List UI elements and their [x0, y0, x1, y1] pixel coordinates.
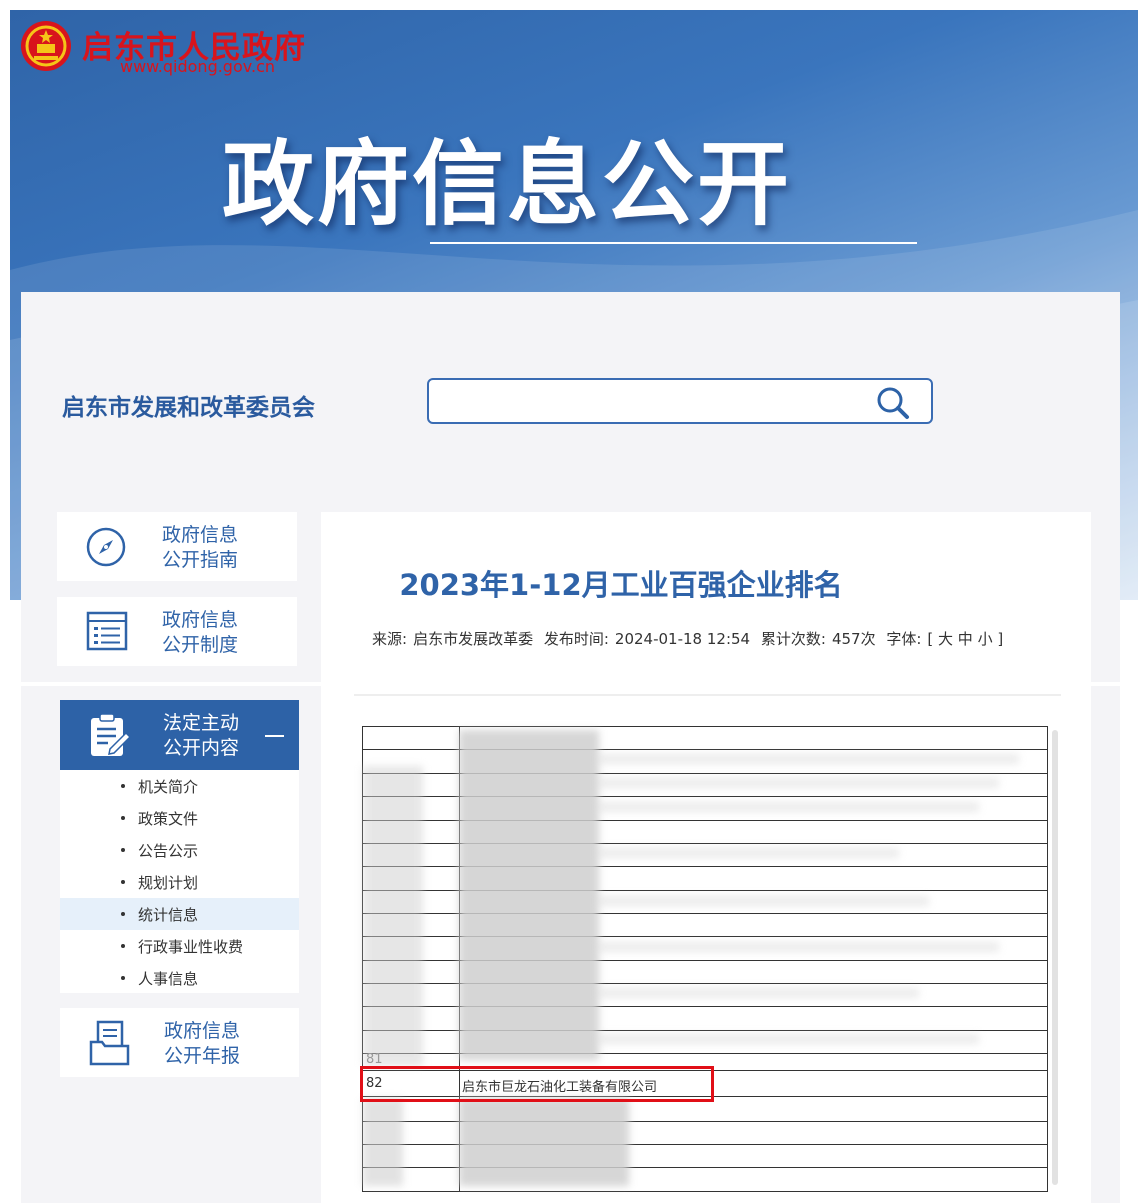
article-meta: 来源: 启东市发展改革委 发布时间: 2024-01-18 12:54 累计次数: 4…	[372, 628, 1009, 649]
sidebar-item-planning[interactable]: 规划计划	[60, 866, 299, 898]
redacted-area	[599, 942, 999, 952]
sidebar-menu: 机关简介 政策文件 公告公示 规划计划 统计信息 行政事业性收费 人事信息	[60, 770, 299, 993]
sidebar-card-annual-report[interactable]: 政府信息 公开年报	[60, 1008, 299, 1077]
sidebar-section-line1: 法定主动	[163, 712, 240, 734]
sidebar-card-system-line1: 政府信息	[162, 609, 239, 631]
sidebar-item-label: 人事信息	[138, 970, 199, 988]
sidebar-card-report-line1: 政府信息	[164, 1020, 241, 1042]
meta-count-label: 累计次数:	[760, 630, 826, 648]
meta-font-label: 字体:	[886, 630, 922, 648]
sidebar-item-fees[interactable]: 行政事业性收费	[60, 930, 299, 962]
sidebar-item-personnel[interactable]: 人事信息	[60, 962, 299, 994]
search-box[interactable]	[427, 378, 933, 424]
table-scrollbar[interactable]	[1052, 730, 1058, 1185]
folder-document-icon	[89, 1020, 130, 1066]
clipboard-edit-icon	[91, 713, 132, 756]
bullet-icon	[121, 912, 125, 916]
bullet-icon	[121, 816, 125, 820]
compass-icon	[86, 527, 126, 567]
bullet-icon	[121, 976, 125, 980]
meta-publish-label: 发布时间:	[543, 630, 609, 648]
bullet-icon	[121, 880, 125, 884]
redacted-area	[599, 754, 1019, 764]
redacted-area	[599, 778, 999, 788]
sidebar-item-label: 公告公示	[138, 842, 199, 860]
sidebar-item-about[interactable]: 机关简介	[60, 770, 299, 802]
table-cell-rank: 81	[366, 1052, 383, 1067]
redacted-area	[599, 848, 899, 858]
bullet-icon	[121, 784, 125, 788]
search-icon[interactable]	[875, 386, 911, 420]
site-url[interactable]: www.qidong.gov.cn	[120, 57, 275, 76]
sidebar-item-label: 政策文件	[138, 810, 199, 828]
sidebar-section-line2: 公开内容	[163, 737, 240, 759]
meta-divider	[354, 694, 1061, 696]
redacted-area	[459, 1098, 629, 1186]
redacted-area	[459, 730, 599, 1060]
banner-title-underline	[430, 242, 917, 244]
table-row-line	[363, 1191, 1047, 1192]
sidebar-card-system-line2: 公开制度	[162, 634, 239, 656]
list-icon	[86, 611, 128, 651]
sidebar-item-label: 机关简介	[138, 778, 199, 796]
sidebar-section-active[interactable]: 法定主动 公开内容	[60, 700, 299, 770]
collapse-minus-icon[interactable]	[265, 735, 284, 737]
article-title: 2023年1-12月工业百强企业排名	[399, 568, 843, 602]
font-size-options[interactable]: [ 大 中 小 ]	[927, 630, 1003, 648]
sidebar-card-report-line2: 公开年报	[164, 1045, 241, 1067]
ranking-table: 81 82 启东市巨龙石油化工装备有限公司	[362, 726, 1048, 1192]
redacted-area	[599, 1034, 979, 1044]
sidebar-item-statistics[interactable]: 统计信息	[60, 898, 299, 930]
sidebar-item-policy[interactable]: 政策文件	[60, 802, 299, 834]
table-row-line	[363, 726, 1047, 727]
national-emblem-icon	[21, 21, 71, 71]
department-name: 启东市发展和改革委员会	[62, 395, 315, 421]
meta-count: 457次	[831, 630, 876, 648]
meta-source: 启东市发展改革委	[413, 630, 534, 648]
meta-publish-time: 2024-01-18 12:54	[614, 630, 751, 648]
redacted-area	[363, 766, 423, 1066]
redacted-area	[363, 1098, 403, 1186]
redacted-area	[599, 896, 929, 906]
bullet-icon	[121, 944, 125, 948]
highlight-box	[360, 1066, 714, 1102]
sidebar-card-guide-line1: 政府信息	[162, 524, 239, 546]
sidebar-item-label: 统计信息	[138, 906, 199, 924]
redacted-area	[599, 988, 919, 998]
search-input[interactable]	[441, 388, 865, 416]
sidebar-card-system[interactable]: 政府信息 公开制度	[57, 597, 297, 666]
bullet-icon	[121, 848, 125, 852]
banner-title: 政府信息公开	[222, 131, 793, 238]
sidebar-item-label: 规划计划	[138, 874, 199, 892]
meta-source-label: 来源:	[372, 630, 408, 648]
sidebar-item-notices[interactable]: 公告公示	[60, 834, 299, 866]
sidebar-item-label: 行政事业性收费	[138, 938, 244, 956]
redacted-area	[599, 802, 979, 812]
